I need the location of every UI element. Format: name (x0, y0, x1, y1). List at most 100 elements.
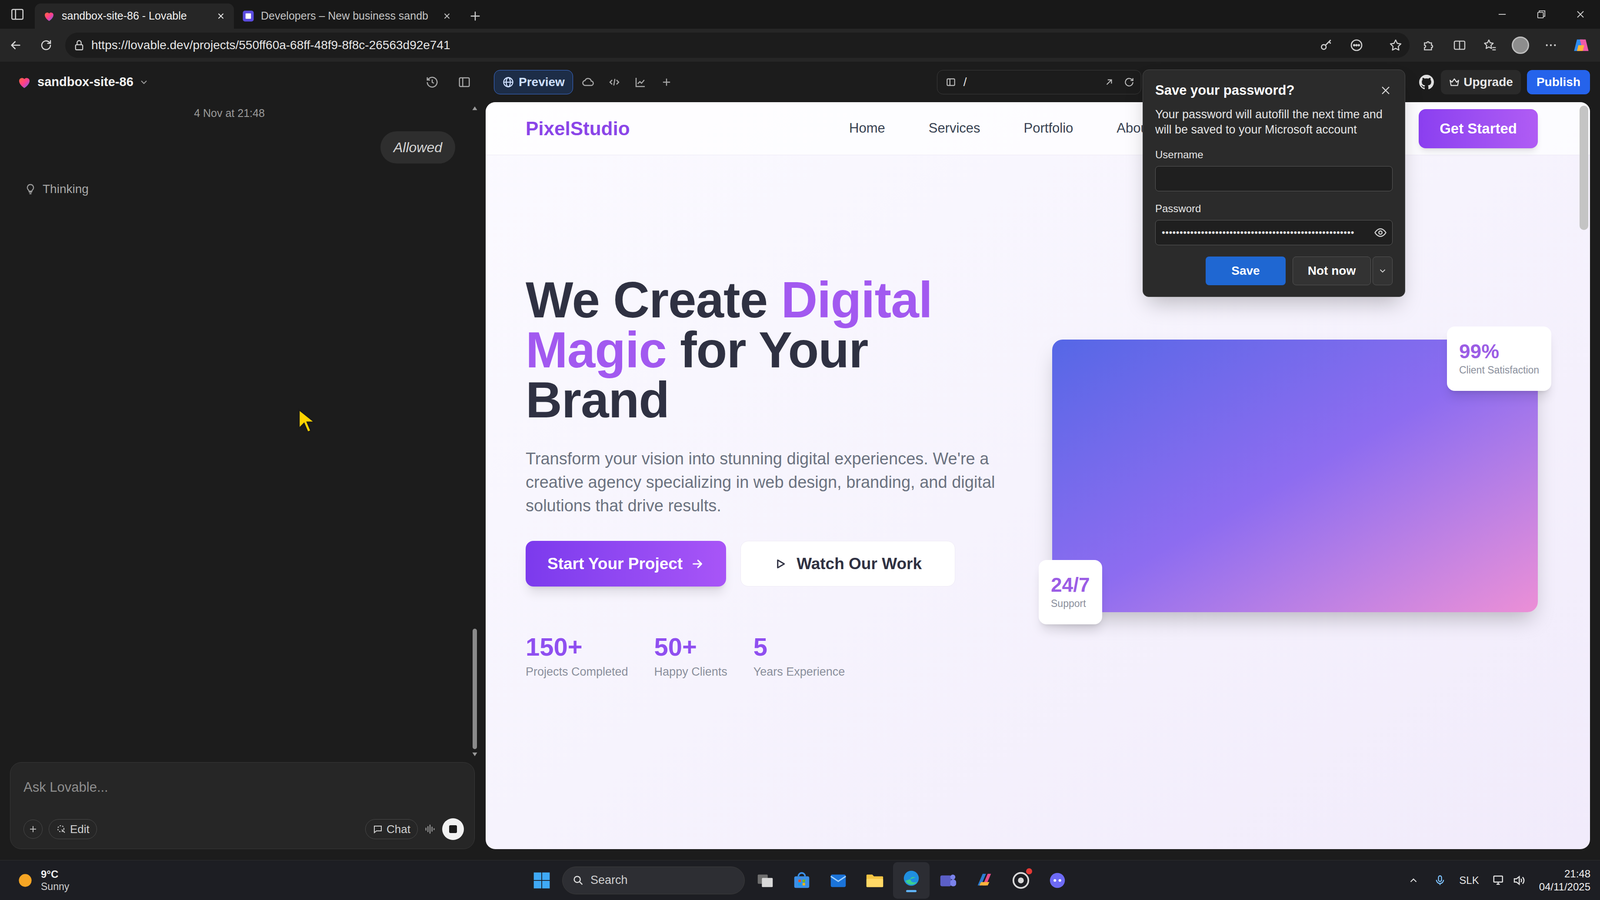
mail-icon (828, 870, 849, 891)
arrow-right-icon (690, 556, 705, 571)
code-button[interactable] (601, 70, 628, 95)
password-field[interactable]: ••••••••••••••••••••••••••••••••••••••••… (1155, 220, 1393, 246)
scrollbar-thumb[interactable] (472, 628, 477, 750)
more-options-button[interactable] (1372, 256, 1393, 286)
chat-input[interactable] (23, 777, 464, 798)
reader-icon[interactable] (1349, 38, 1364, 53)
lovable-logo-icon[interactable] (16, 74, 33, 90)
publish-button[interactable]: Publish (1526, 70, 1590, 95)
analytics-button[interactable] (627, 70, 654, 95)
project-name[interactable]: sandbox-site-86 (37, 72, 134, 92)
restore-button[interactable] (1521, 0, 1561, 29)
nav-link[interactable]: Services (928, 118, 981, 139)
language-indicator[interactable]: SLK (1459, 872, 1479, 889)
browser-tab[interactable]: sandbox-site-86 - Lovable (34, 3, 234, 29)
teams-button[interactable] (929, 862, 967, 899)
upgrade-button[interactable]: Upgrade (1440, 70, 1521, 95)
new-tab-button[interactable] (460, 3, 491, 29)
open-external-icon[interactable] (1103, 76, 1115, 88)
store-button[interactable] (783, 862, 820, 899)
preview-url-box[interactable]: / (936, 70, 1142, 95)
chat-scrollbar[interactable] (471, 105, 478, 758)
chevron-up-icon[interactable] (1407, 874, 1420, 887)
url-text[interactable]: https://lovable.dev/projects/550ff60a-68… (91, 36, 451, 55)
outlook-button[interactable] (820, 862, 857, 899)
add-view-button[interactable] (653, 70, 680, 95)
network-icon[interactable] (1492, 873, 1506, 887)
tab-actions-button[interactable] (0, 0, 35, 29)
m365-button[interactable] (966, 862, 1003, 899)
copilot-button[interactable] (1566, 32, 1597, 59)
scroll-up-icon[interactable] (471, 105, 478, 112)
satisfaction-badge: 99% Client Satisfaction (1446, 326, 1552, 391)
back-button[interactable] (2, 32, 29, 59)
cloud-button[interactable] (575, 70, 602, 95)
weather-widget[interactable]: 9°C Sunny (0, 868, 528, 893)
chat-app-button[interactable] (1039, 862, 1076, 899)
refresh-button[interactable] (33, 32, 60, 59)
preview-button[interactable]: Preview (493, 70, 574, 95)
chat-header: sandbox-site-86 (0, 61, 485, 103)
nav-link[interactable]: Home (849, 118, 886, 139)
attach-button[interactable] (23, 819, 43, 839)
chrome-button[interactable] (1002, 862, 1040, 899)
scroll-down-icon[interactable] (471, 751, 478, 758)
site-logo[interactable]: PixelStudio (525, 117, 630, 140)
edit-button[interactable]: Edit (48, 819, 97, 840)
extensions-button[interactable] (1413, 32, 1445, 59)
github-icon[interactable] (1419, 74, 1434, 90)
sidebar-toggle-button[interactable] (453, 71, 476, 94)
history-button[interactable] (421, 71, 444, 94)
favorites-button[interactable] (1474, 32, 1506, 59)
tab-close-button[interactable] (213, 8, 229, 24)
scrollbar-thumb[interactable] (1579, 105, 1589, 230)
back-arrow-icon (8, 38, 23, 53)
start-project-button[interactable]: Start Your Project (525, 540, 727, 587)
reload-icon[interactable] (1123, 76, 1135, 88)
minimize-button[interactable] (1482, 0, 1522, 29)
get-started-button[interactable]: Get Started (1418, 109, 1538, 149)
address-bar[interactable]: https://lovable.dev/projects/550ff60a-68… (65, 32, 1410, 58)
close-icon[interactable] (1378, 83, 1393, 98)
store-icon (791, 870, 812, 891)
heading-segment: for Your (666, 321, 869, 379)
start-button[interactable] (527, 864, 556, 897)
chat-mode-button[interactable]: Chat (365, 819, 418, 840)
browser-tab[interactable]: Developers – New business sandb (233, 3, 460, 29)
nav-link[interactable]: Portfolio (1023, 118, 1074, 139)
menu-button[interactable] (1535, 32, 1567, 59)
task-view-button[interactable] (746, 862, 784, 899)
username-field[interactable] (1155, 166, 1393, 192)
search-icon (572, 874, 585, 887)
close-icon (216, 11, 226, 21)
chart-icon (633, 75, 647, 89)
preview-scrollbar[interactable] (1579, 105, 1589, 846)
hero-heading: We Create DigitalMagic for YourBrand (525, 275, 1026, 426)
tab-close-button[interactable] (439, 8, 455, 24)
device-icon[interactable] (945, 76, 957, 88)
plus-icon (660, 76, 673, 89)
close-window-button[interactable] (1560, 0, 1600, 29)
eye-icon[interactable] (1373, 226, 1387, 240)
microphone-icon[interactable] (1433, 874, 1447, 887)
taskbar-search[interactable]: Search (562, 866, 745, 895)
preview-path[interactable]: / (963, 73, 967, 92)
split-screen-button[interactable] (1444, 32, 1475, 59)
save-password-dialog: Save your password? Your password will a… (1142, 69, 1406, 297)
not-now-button[interactable]: Not now (1292, 256, 1371, 286)
visual-edit-icon (56, 823, 67, 835)
voice-icon[interactable] (423, 823, 437, 836)
edge-button[interactable] (893, 862, 930, 899)
file-explorer-button[interactable] (856, 862, 894, 899)
watch-work-button[interactable]: Watch Our Work (740, 540, 956, 587)
clock[interactable]: 21:48 04/11/2025 (1539, 867, 1591, 894)
save-button[interactable]: Save (1205, 256, 1286, 286)
chevron-down-icon[interactable] (138, 76, 150, 88)
thinking-status: Thinking (20, 180, 465, 199)
stop-button[interactable] (442, 818, 464, 840)
profile-button[interactable] (1505, 32, 1536, 59)
site-info-icon[interactable] (73, 39, 86, 52)
star-icon[interactable] (1388, 38, 1403, 53)
speaker-icon[interactable] (1512, 873, 1526, 887)
key-icon[interactable] (1319, 38, 1334, 53)
